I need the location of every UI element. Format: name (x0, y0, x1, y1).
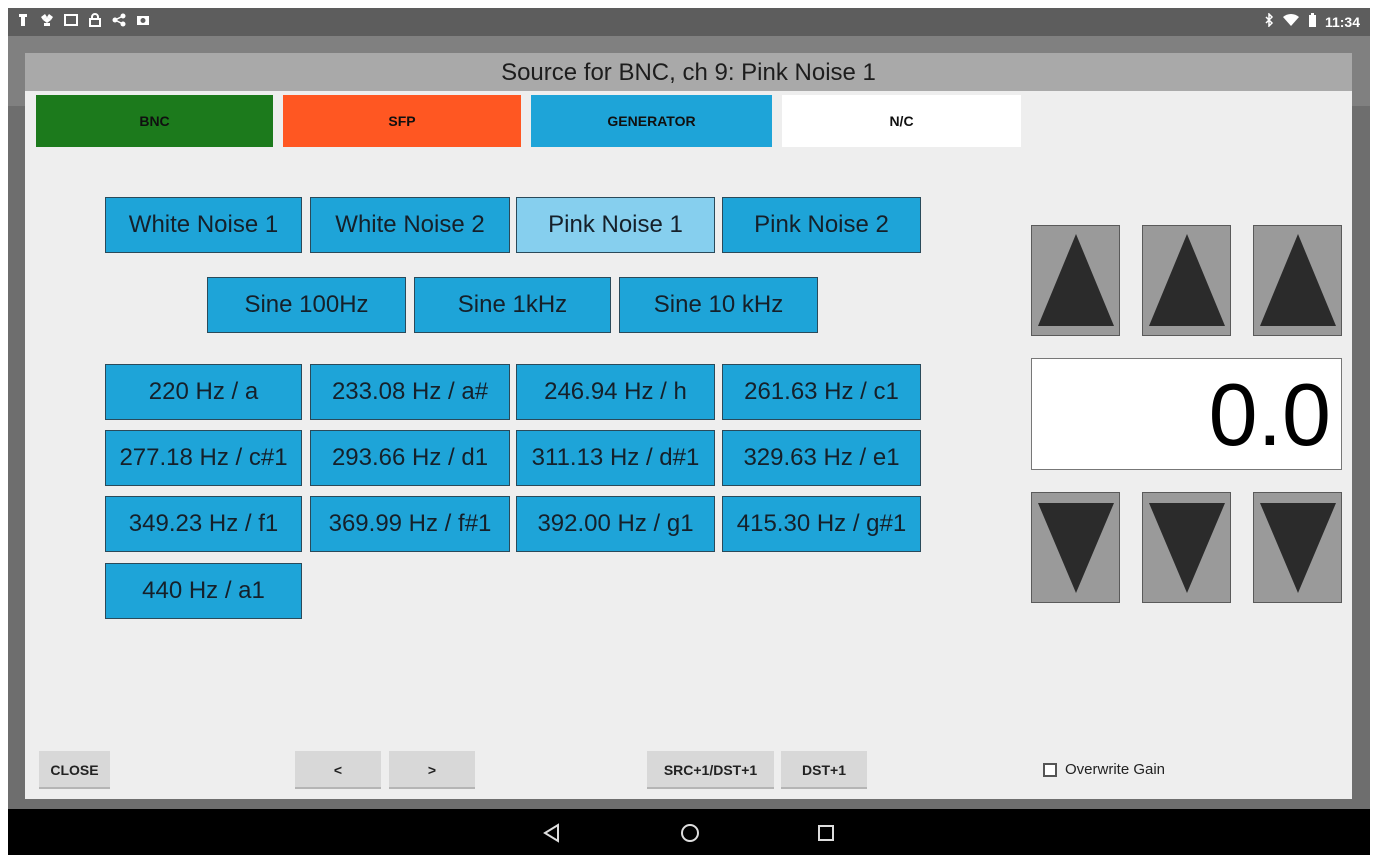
tone-button[interactable]: 293.66 Hz / d1 (310, 430, 510, 486)
tone-button[interactable]: 392.00 Hz / g1 (516, 496, 715, 552)
sine-100hz-button[interactable]: Sine 100Hz (207, 277, 406, 333)
gain-down-button-2[interactable] (1142, 492, 1231, 603)
bluetooth-icon (1264, 12, 1274, 30)
clock: 11:34 (1324, 13, 1360, 30)
tone-button[interactable]: 329.63 Hz / e1 (722, 430, 921, 486)
tone-button[interactable]: 277.18 Hz / c#1 (105, 430, 302, 486)
triangle-down-icon (1149, 503, 1225, 593)
home-icon[interactable] (678, 821, 702, 845)
source-dialog: Source for BNC, ch 9: Pink Noise 1 BNC S… (25, 53, 1352, 799)
tone-button[interactable]: 246.94 Hz / h (516, 364, 715, 420)
image-icon (64, 13, 78, 27)
overwrite-gain-option[interactable]: Overwrite Gain (1043, 761, 1165, 778)
triangle-up-icon (1149, 234, 1225, 326)
sine-10khz-button[interactable]: Sine 10 kHz (619, 277, 818, 333)
pink-noise-2-button[interactable]: Pink Noise 2 (722, 197, 921, 253)
prev-button[interactable]: < (295, 751, 381, 789)
tab-nc[interactable]: N/C (782, 95, 1021, 147)
gain-down-button-3[interactable] (1253, 492, 1342, 603)
tone-button[interactable]: 415.30 Hz / g#1 (722, 496, 921, 552)
navigation-bar (8, 809, 1370, 855)
overwrite-gain-checkbox[interactable] (1043, 762, 1057, 777)
triangle-down-icon (1260, 503, 1336, 593)
wifi-icon (1282, 13, 1300, 30)
overwrite-gain-label: Overwrite Gain (1065, 761, 1166, 778)
tone-button[interactable]: 311.13 Hz / d#1 (516, 430, 715, 486)
gain-up-button-1[interactable] (1031, 225, 1120, 336)
gain-up-button-2[interactable] (1142, 225, 1231, 336)
next-button[interactable]: > (389, 751, 475, 789)
battery-icon (1308, 13, 1317, 30)
tone-button[interactable]: 220 Hz / a (105, 364, 302, 420)
triangle-up-icon (1038, 234, 1114, 326)
recents-icon[interactable] (814, 821, 838, 845)
tab-sfp[interactable]: SFP (283, 95, 521, 147)
share-icon (112, 13, 126, 27)
tab-bnc[interactable]: BNC (36, 95, 273, 147)
android-screen: 11:34 Source for BNC, ch 9: Pink Noise 1… (8, 8, 1370, 855)
dialog-title: Source for BNC, ch 9: Pink Noise 1 (25, 53, 1352, 91)
photo-icon (136, 13, 150, 27)
pink-noise-1-button[interactable]: Pink Noise 1 (516, 197, 715, 253)
close-button[interactable]: CLOSE (39, 751, 110, 789)
dst-increment-button[interactable]: DST+1 (781, 751, 867, 789)
tab-generator[interactable]: GENERATOR (531, 95, 772, 147)
tone-button[interactable]: 349.23 Hz / f1 (105, 496, 302, 552)
notification-icons (16, 13, 150, 27)
triangle-up-icon (1260, 234, 1336, 326)
white-noise-1-button[interactable]: White Noise 1 (105, 197, 302, 253)
tone-button[interactable]: 261.63 Hz / c1 (722, 364, 921, 420)
triangle-down-icon (1038, 503, 1114, 593)
tone-button[interactable]: 233.08 Hz / a# (310, 364, 510, 420)
tone-button[interactable]: 440 Hz / a1 (105, 563, 302, 619)
tone-button[interactable]: 369.99 Hz / f#1 (310, 496, 510, 552)
gain-value-display: 0.0 (1031, 358, 1342, 470)
white-noise-2-button[interactable]: White Noise 2 (310, 197, 510, 253)
sine-1khz-button[interactable]: Sine 1kHz (414, 277, 611, 333)
status-bar: 11:34 (8, 8, 1370, 36)
status-right: 11:34 (1264, 12, 1360, 30)
gain-up-button-3[interactable] (1253, 225, 1342, 336)
usb-icon (16, 13, 30, 27)
src-dst-increment-button[interactable]: SRC+1/DST+1 (647, 751, 774, 789)
dropbox-icon (40, 13, 54, 27)
lock-icon (88, 13, 102, 27)
back-icon[interactable] (540, 821, 564, 845)
gain-down-button-1[interactable] (1031, 492, 1120, 603)
